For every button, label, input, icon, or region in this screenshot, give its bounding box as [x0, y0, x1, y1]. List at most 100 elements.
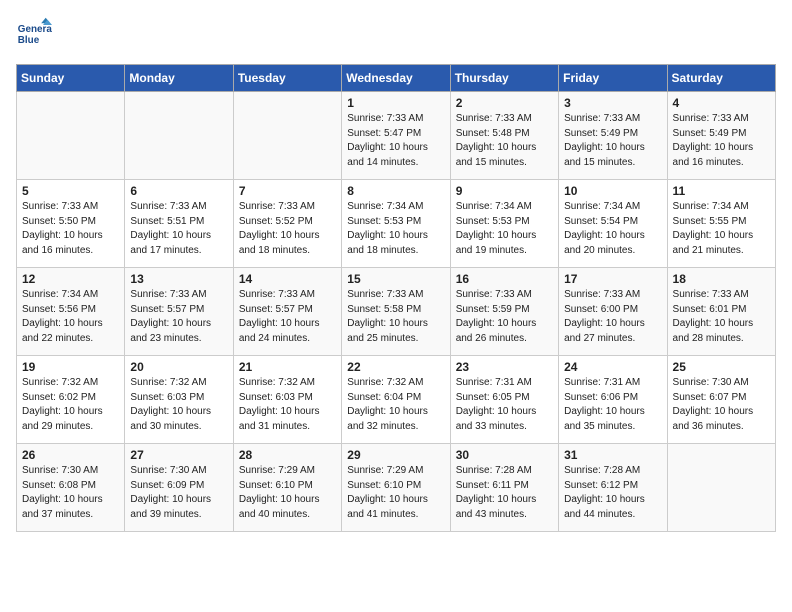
- calendar-cell: 19Sunrise: 7:32 AM Sunset: 6:02 PM Dayli…: [17, 356, 125, 444]
- day-number: 27: [130, 448, 227, 462]
- day-number: 22: [347, 360, 444, 374]
- day-number: 28: [239, 448, 336, 462]
- calendar-cell: 2Sunrise: 7:33 AM Sunset: 5:48 PM Daylig…: [450, 92, 558, 180]
- calendar-cell: 17 Sunrise: 7:33 AM Sunset: 6:00 PM Dayli…: [559, 268, 667, 356]
- svg-text:Blue: Blue: [18, 35, 40, 46]
- day-number: 8: [347, 184, 444, 198]
- page-header: General Blue: [16, 16, 776, 52]
- calendar-cell: 20 Sunrise: 7:32 AM Sunset: 6:03 PM Dayli…: [125, 356, 233, 444]
- day-info: Sunrise: 7:33 AM Sunset: 5:57 PM Dayligh…: [130, 288, 227, 346]
- day-number: 24: [564, 360, 661, 374]
- day-number: 4: [673, 96, 770, 110]
- calendar-cell: 24 Sunrise: 7:31 AM Sunset: 6:06 PM Dayli…: [559, 356, 667, 444]
- day-info: Sunrise: 7:33 AM Sunset: 5:57 PM Dayligh…: [239, 288, 336, 346]
- column-header-wednesday: Wednesday: [342, 65, 450, 92]
- day-number: 3: [564, 96, 661, 110]
- day-number: 2: [456, 96, 553, 110]
- logo-icon: General Blue: [16, 16, 52, 52]
- calendar-cell: 8 Sunrise: 7:34 AM Sunset: 5:53 PM Daylig…: [342, 180, 450, 268]
- day-number: 18: [673, 272, 770, 286]
- day-info: Sunrise: 7:33 AM Sunset: 6:00 PM Dayligh…: [564, 288, 661, 346]
- day-info: Sunrise: 7:34 AM Sunset: 5:54 PM Dayligh…: [564, 200, 661, 258]
- calendar-cell: 28 Sunrise: 7:29 AM Sunset: 6:10 PM Dayli…: [233, 444, 341, 532]
- day-info: Sunrise: 7:33 AM Sunset: 5:49 PM Dayligh…: [673, 112, 770, 170]
- day-info: Sunrise: 7:32 AM Sunset: 6:03 PM Dayligh…: [130, 376, 227, 434]
- calendar-cell: 26 Sunrise: 7:30 AM Sunset: 6:08 PM Dayli…: [17, 444, 125, 532]
- calendar-week-row: 5 Sunrise: 7:33 AM Sunset: 5:50 PM Daylig…: [17, 180, 776, 268]
- day-info: Sunrise: 7:34 AM Sunset: 5:56 PM Dayligh…: [22, 288, 119, 346]
- calendar-cell: 7Sunrise: 7:33 AM Sunset: 5:52 PM Daylig…: [233, 180, 341, 268]
- calendar-cell: 12Sunrise: 7:34 AM Sunset: 5:56 PM Dayli…: [17, 268, 125, 356]
- calendar-cell: 29Sunrise: 7:29 AM Sunset: 6:10 PM Dayli…: [342, 444, 450, 532]
- day-number: 5: [22, 184, 119, 198]
- calendar-cell: 11 Sunrise: 7:34 AM Sunset: 5:55 PM Dayli…: [667, 180, 775, 268]
- day-number: 9: [456, 184, 553, 198]
- day-number: 6: [130, 184, 227, 198]
- calendar-cell: 1 Sunrise: 7:33 AM Sunset: 5:47 PM Daylig…: [342, 92, 450, 180]
- day-info: Sunrise: 7:30 AM Sunset: 6:09 PM Dayligh…: [130, 464, 227, 522]
- logo: General Blue: [16, 16, 52, 52]
- day-info: Sunrise: 7:34 AM Sunset: 5:55 PM Dayligh…: [673, 200, 770, 258]
- day-number: 19: [22, 360, 119, 374]
- day-info: Sunrise: 7:34 AM Sunset: 5:53 PM Dayligh…: [456, 200, 553, 258]
- column-header-tuesday: Tuesday: [233, 65, 341, 92]
- calendar-cell: [667, 444, 775, 532]
- day-number: 1: [347, 96, 444, 110]
- day-number: 15: [347, 272, 444, 286]
- day-info: Sunrise: 7:29 AM Sunset: 6:10 PM Dayligh…: [239, 464, 336, 522]
- day-number: 14: [239, 272, 336, 286]
- calendar-cell: 15 Sunrise: 7:33 AM Sunset: 5:58 PM Dayli…: [342, 268, 450, 356]
- day-number: 17: [564, 272, 661, 286]
- calendar-week-row: 19Sunrise: 7:32 AM Sunset: 6:02 PM Dayli…: [17, 356, 776, 444]
- calendar-cell: [17, 92, 125, 180]
- calendar-cell: [125, 92, 233, 180]
- day-info: Sunrise: 7:30 AM Sunset: 6:08 PM Dayligh…: [22, 464, 119, 522]
- day-info: Sunrise: 7:32 AM Sunset: 6:04 PM Dayligh…: [347, 376, 444, 434]
- day-number: 13: [130, 272, 227, 286]
- day-number: 11: [673, 184, 770, 198]
- calendar-week-row: 12Sunrise: 7:34 AM Sunset: 5:56 PM Dayli…: [17, 268, 776, 356]
- day-info: Sunrise: 7:33 AM Sunset: 5:58 PM Dayligh…: [347, 288, 444, 346]
- day-info: Sunrise: 7:33 AM Sunset: 5:51 PM Dayligh…: [130, 200, 227, 258]
- calendar-cell: 16 Sunrise: 7:33 AM Sunset: 5:59 PM Dayli…: [450, 268, 558, 356]
- calendar-cell: 25Sunrise: 7:30 AM Sunset: 6:07 PM Dayli…: [667, 356, 775, 444]
- calendar-cell: 30Sunrise: 7:28 AM Sunset: 6:11 PM Dayli…: [450, 444, 558, 532]
- calendar-cell: [233, 92, 341, 180]
- calendar-cell: 27 Sunrise: 7:30 AM Sunset: 6:09 PM Dayli…: [125, 444, 233, 532]
- day-info: Sunrise: 7:33 AM Sunset: 5:50 PM Dayligh…: [22, 200, 119, 258]
- day-info: Sunrise: 7:33 AM Sunset: 6:01 PM Dayligh…: [673, 288, 770, 346]
- day-info: Sunrise: 7:33 AM Sunset: 5:52 PM Dayligh…: [239, 200, 336, 258]
- calendar-week-row: 26 Sunrise: 7:30 AM Sunset: 6:08 PM Dayli…: [17, 444, 776, 532]
- calendar-cell: 14 Sunrise: 7:33 AM Sunset: 5:57 PM Dayli…: [233, 268, 341, 356]
- day-number: 31: [564, 448, 661, 462]
- day-info: Sunrise: 7:31 AM Sunset: 6:06 PM Dayligh…: [564, 376, 661, 434]
- day-number: 29: [347, 448, 444, 462]
- calendar-cell: 13 Sunrise: 7:33 AM Sunset: 5:57 PM Dayli…: [125, 268, 233, 356]
- day-info: Sunrise: 7:28 AM Sunset: 6:12 PM Dayligh…: [564, 464, 661, 522]
- day-number: 10: [564, 184, 661, 198]
- column-header-friday: Friday: [559, 65, 667, 92]
- day-info: Sunrise: 7:33 AM Sunset: 5:49 PM Dayligh…: [564, 112, 661, 170]
- column-header-thursday: Thursday: [450, 65, 558, 92]
- calendar-cell: 9 Sunrise: 7:34 AM Sunset: 5:53 PM Daylig…: [450, 180, 558, 268]
- day-number: 20: [130, 360, 227, 374]
- day-number: 26: [22, 448, 119, 462]
- calendar-cell: 5 Sunrise: 7:33 AM Sunset: 5:50 PM Daylig…: [17, 180, 125, 268]
- day-info: Sunrise: 7:33 AM Sunset: 5:47 PM Dayligh…: [347, 112, 444, 170]
- calendar-cell: 3 Sunrise: 7:33 AM Sunset: 5:49 PM Daylig…: [559, 92, 667, 180]
- day-info: Sunrise: 7:34 AM Sunset: 5:53 PM Dayligh…: [347, 200, 444, 258]
- column-header-monday: Monday: [125, 65, 233, 92]
- day-info: Sunrise: 7:31 AM Sunset: 6:05 PM Dayligh…: [456, 376, 553, 434]
- column-header-sunday: Sunday: [17, 65, 125, 92]
- day-info: Sunrise: 7:33 AM Sunset: 5:59 PM Dayligh…: [456, 288, 553, 346]
- calendar-cell: 21Sunrise: 7:32 AM Sunset: 6:03 PM Dayli…: [233, 356, 341, 444]
- day-number: 16: [456, 272, 553, 286]
- calendar-week-row: 1 Sunrise: 7:33 AM Sunset: 5:47 PM Daylig…: [17, 92, 776, 180]
- day-number: 23: [456, 360, 553, 374]
- day-info: Sunrise: 7:28 AM Sunset: 6:11 PM Dayligh…: [456, 464, 553, 522]
- calendar-header-row: SundayMondayTuesdayWednesdayThursdayFrid…: [17, 65, 776, 92]
- svg-text:General: General: [18, 24, 52, 35]
- column-header-saturday: Saturday: [667, 65, 775, 92]
- day-info: Sunrise: 7:30 AM Sunset: 6:07 PM Dayligh…: [673, 376, 770, 434]
- day-number: 21: [239, 360, 336, 374]
